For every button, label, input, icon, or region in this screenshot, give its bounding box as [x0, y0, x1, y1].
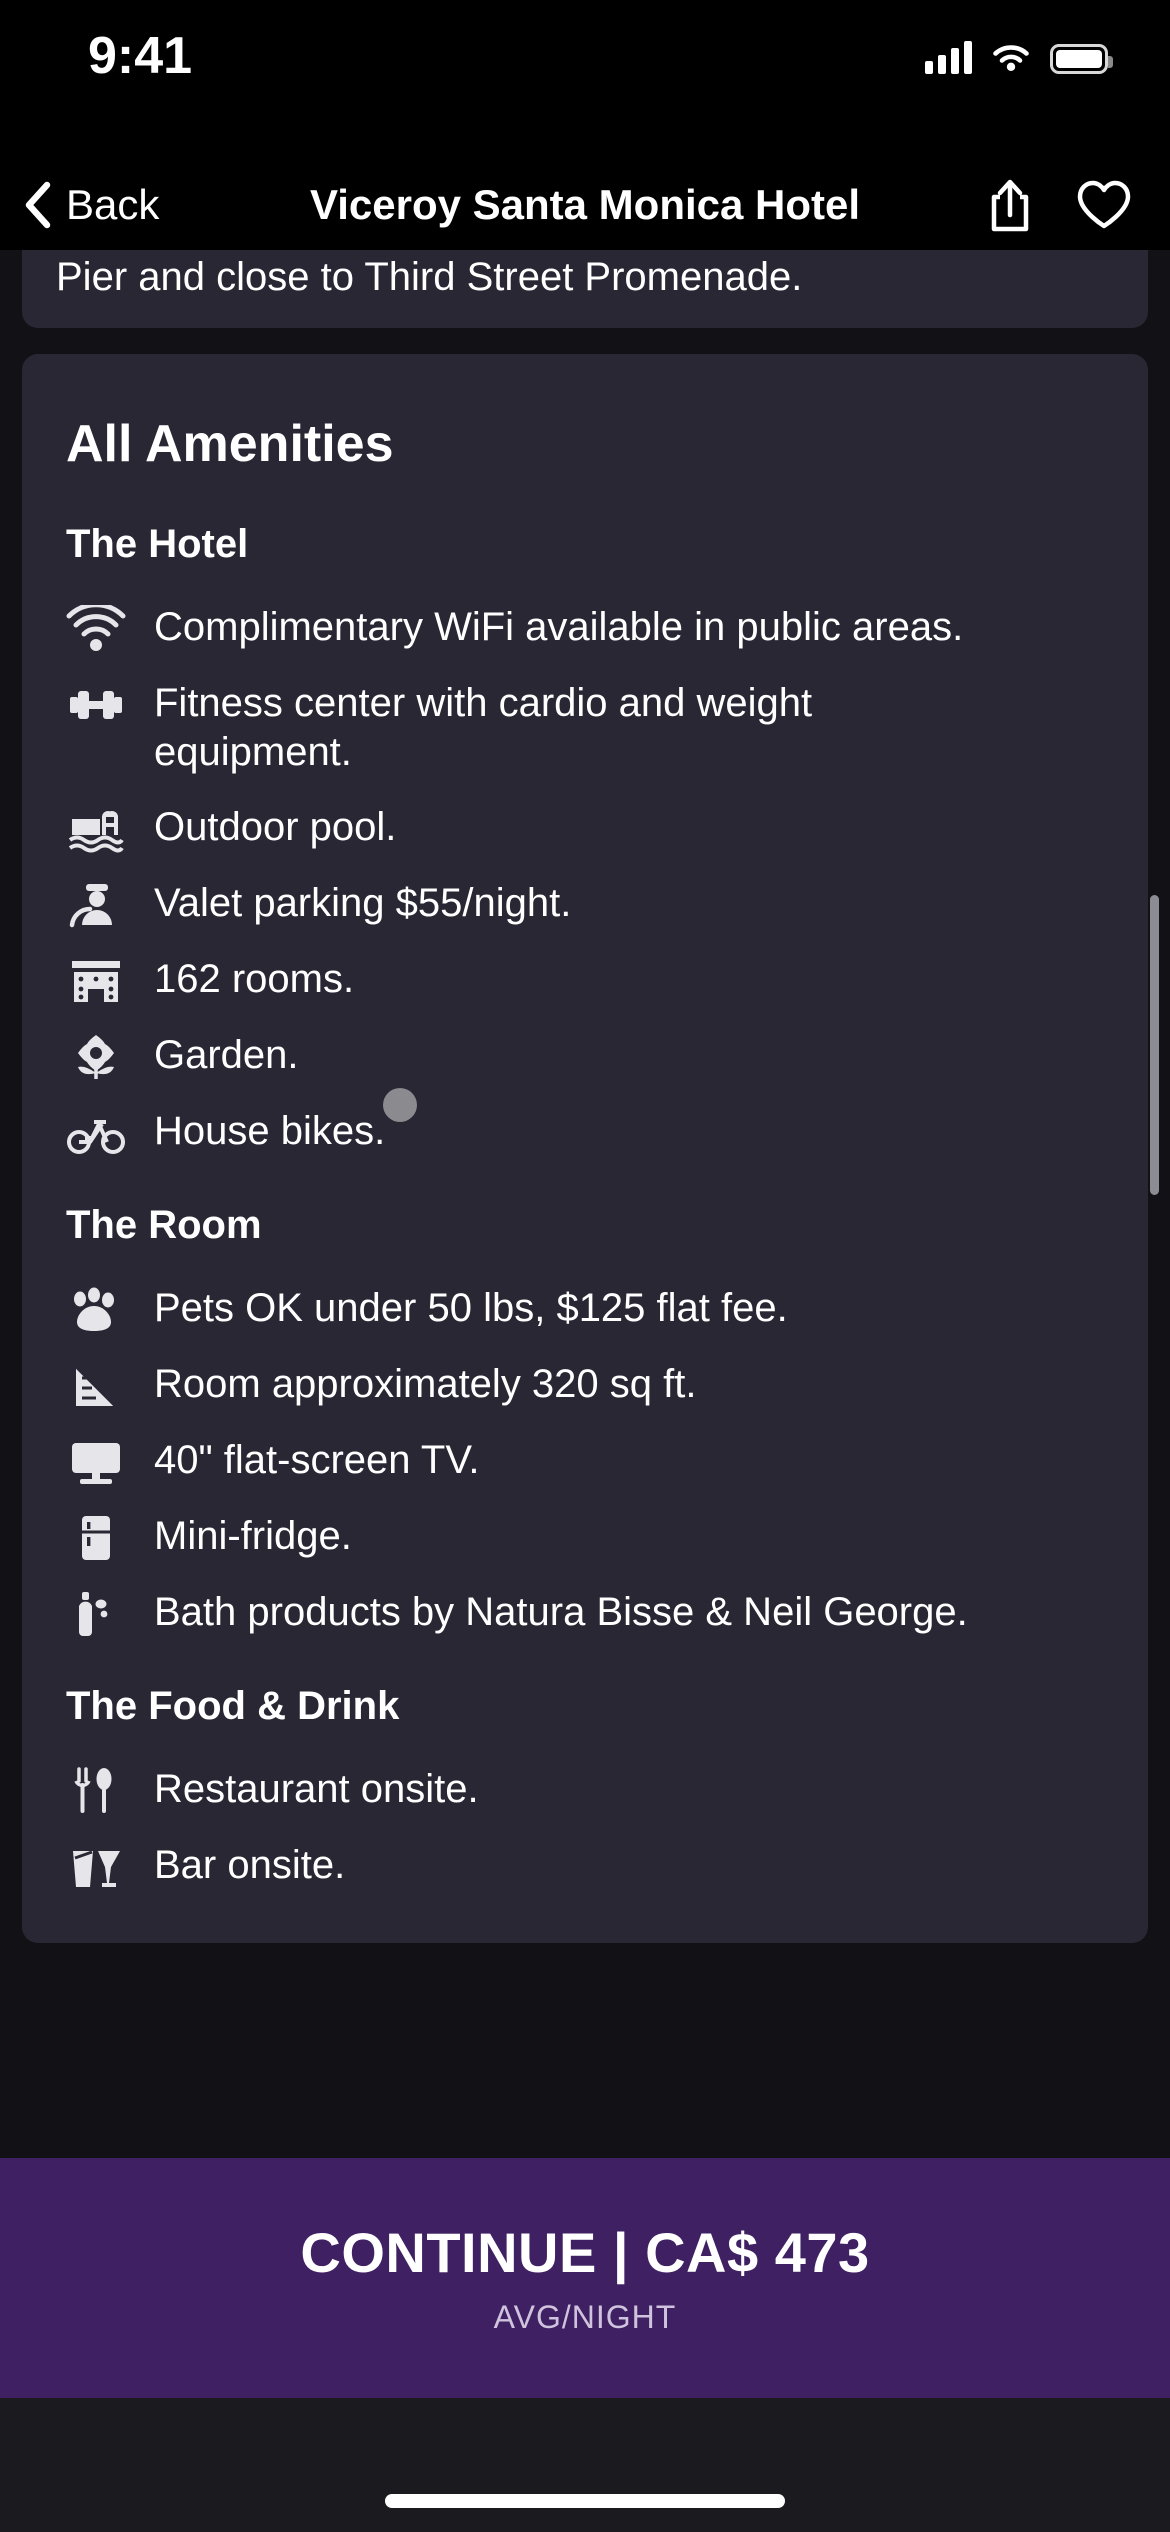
amenity-row: 162 rooms. — [56, 941, 1114, 1017]
amenity-row: House bikes. — [56, 1093, 1114, 1169]
group-the-hotel: Complimentary WiFi available in public a… — [56, 589, 1114, 1169]
scroll-content[interactable]: Pier and close to Third Street Promenade… — [0, 250, 1170, 2158]
amenity-text: 40" flat-screen TV. — [154, 1437, 480, 1482]
mini-fridge-icon — [66, 1510, 154, 1562]
television-icon — [66, 1434, 154, 1486]
dumbbell-icon — [66, 677, 154, 729]
status-bar: 9:41 — [0, 0, 1170, 160]
amenity-text: 162 rooms. — [154, 956, 355, 1001]
amenity-text: Bar onsite. — [154, 1842, 346, 1887]
amenity-text: Valet parking $55/night. — [154, 880, 572, 925]
amenity-text: Garden. — [154, 1032, 299, 1077]
bath-products-icon — [66, 1586, 154, 1638]
valet-parking-icon — [66, 877, 154, 929]
home-indicator-area — [0, 2398, 1170, 2532]
navigation-bar: Back Viceroy Santa Monica Hotel — [0, 160, 1170, 250]
description-text: Pier and close to Third Street Promenade… — [56, 255, 803, 299]
amenity-text: Fitness center with cardio and weight eq… — [154, 681, 813, 774]
hotel-building-icon — [66, 953, 154, 1005]
continue-price-label: CONTINUE | CA$ 473 — [300, 2221, 870, 2284]
continue-button[interactable]: CONTINUE | CA$ 473 AVG/NIGHT — [0, 2158, 1170, 2398]
cellular-signal-icon — [925, 40, 972, 74]
status-time: 9:41 — [88, 27, 193, 85]
group-the-room: Pets OK under 50 lbs, $125 flat fee. Roo… — [56, 1270, 1114, 1650]
home-indicator[interactable] — [385, 2494, 785, 2508]
group-the-food-and-drink: Restaurant onsite. Bar onsite. — [56, 1751, 1114, 1903]
amenity-text: Room approximately 320 sq ft. — [154, 1361, 697, 1406]
amenity-row: Bath products by Natura Bisse & Neil Geo… — [56, 1574, 1114, 1650]
amenity-text: Complimentary WiFi available in public a… — [154, 605, 964, 649]
all-amenities-card: All Amenities The Hotel Complimentary Wi… — [22, 354, 1148, 1943]
amenity-text: House bikes. — [154, 1108, 386, 1153]
amenity-text: Pets OK under 50 lbs, $125 flat fee. — [154, 1285, 788, 1330]
amenity-row: Valet parking $55/night. — [56, 865, 1114, 941]
ruler-measure-icon — [66, 1358, 154, 1410]
back-button[interactable]: Back — [22, 180, 159, 230]
all-amenities-title: All Amenities — [66, 415, 394, 473]
vertical-scrollbar[interactable] — [1150, 895, 1159, 1195]
group-title-the-food-and-drink: The Food & Drink — [66, 1683, 400, 1728]
amenity-text: Bath products by Natura Bisse & Neil Geo… — [154, 1589, 968, 1634]
amenity-text: Mini-fridge. — [154, 1513, 352, 1558]
group-title-the-room: The Room — [66, 1202, 262, 1247]
amenity-row: Bar onsite. — [56, 1827, 1114, 1903]
group-title-the-hotel: The Hotel — [66, 522, 249, 566]
amenity-row: Pets OK under 50 lbs, $125 flat fee. — [56, 1270, 1114, 1346]
wifi-icon — [993, 45, 1029, 71]
amenity-row: 40" flat-screen TV. — [56, 1422, 1114, 1498]
amenity-row: Room approximately 320 sq ft. — [56, 1346, 1114, 1422]
nav-actions — [986, 177, 1132, 233]
battery-full-icon — [1050, 44, 1113, 74]
cursor-indicator — [383, 1088, 417, 1122]
amenity-text: Outdoor pool. — [154, 804, 397, 849]
amenity-row: Mini-fridge. — [56, 1498, 1114, 1574]
amenity-row: Outdoor pool. — [56, 789, 1114, 865]
drinks-bar-icon — [66, 1839, 154, 1891]
bicycle-icon — [66, 1105, 154, 1157]
heart-outline-icon[interactable] — [1076, 179, 1132, 231]
back-label: Back — [66, 181, 160, 228]
amenity-row: Garden. — [56, 1017, 1114, 1093]
amenity-row: Restaurant onsite. — [56, 1751, 1114, 1827]
paw-print-icon — [66, 1282, 154, 1334]
amenity-row: Complimentary WiFi available in public a… — [56, 589, 1114, 665]
flower-garden-icon — [66, 1029, 154, 1081]
chevron-left-icon — [25, 181, 51, 229]
description-card: Pier and close to Third Street Promenade… — [22, 250, 1148, 328]
share-icon[interactable] — [986, 177, 1034, 233]
fork-spoon-icon — [66, 1763, 154, 1815]
status-indicators — [925, 40, 1113, 74]
amenity-text: Restaurant onsite. — [154, 1766, 479, 1811]
wifi-icon — [66, 601, 154, 653]
amenity-row: Fitness center with cardio and weight eq… — [56, 665, 1114, 789]
phone-screen: 9:41 Back Viceroy Santa Monica Hotel Pie… — [0, 0, 1170, 2532]
continue-sub-label: AVG/NIGHT — [493, 2299, 677, 2335]
pool-icon — [66, 801, 154, 853]
